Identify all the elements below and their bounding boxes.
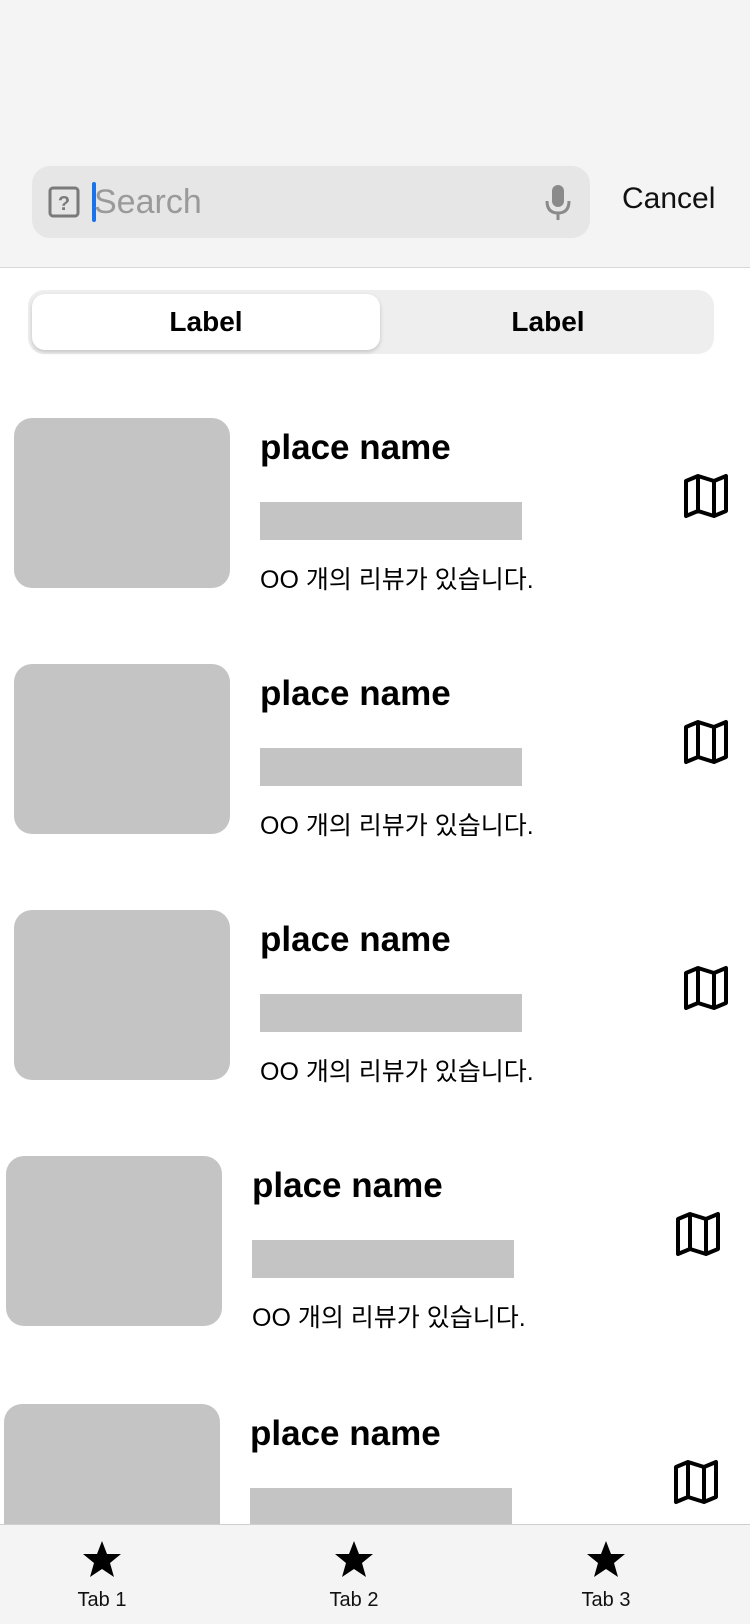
map-icon[interactable] [672, 1458, 720, 1506]
review-count: OO 개의 리뷰가 있습니다. [260, 812, 534, 840]
review-count: OO 개의 리뷰가 있습니다. [252, 1304, 526, 1332]
list-item[interactable]: place name OO 개의 리뷰가 있습니다. [0, 390, 750, 594]
place-name: place name [260, 674, 451, 713]
review-count: OO 개의 리뷰가 있습니다. [260, 566, 534, 594]
place-thumbnail [6, 1156, 222, 1326]
question-box-icon: ? [48, 186, 80, 218]
mic-icon[interactable] [538, 182, 578, 222]
place-list: place name OO 개의 리뷰가 있습니다. place name OO… [0, 390, 750, 1524]
place-thumbnail [14, 418, 230, 588]
place-name: place name [260, 428, 451, 467]
list-item[interactable]: place name OO 개의 리뷰가 있습니다. [0, 882, 750, 1086]
svg-text:?: ? [58, 193, 70, 215]
segmented-control: Label Label [28, 290, 714, 354]
search-input[interactable] [94, 176, 514, 228]
place-detail-placeholder [260, 502, 522, 540]
tab-label: Tab 2 [329, 1589, 379, 1611]
place-name: place name [252, 1166, 443, 1205]
tab-label: Tab 3 [581, 1589, 631, 1611]
list-item[interactable]: place name OO 개의 리뷰가 있습니다. [0, 1128, 750, 1332]
place-detail-placeholder [260, 748, 522, 786]
map-icon[interactable] [674, 1210, 722, 1258]
search-header: ? Cancel [0, 0, 750, 268]
review-count: OO 개의 리뷰가 있습니다. [260, 1058, 534, 1086]
star-icon [83, 1541, 121, 1577]
map-icon[interactable] [682, 718, 730, 766]
place-name: place name [250, 1414, 441, 1453]
tab-2[interactable]: Tab 2 [274, 1539, 434, 1619]
segment-2[interactable]: Label [386, 294, 710, 350]
place-detail-placeholder [252, 1240, 514, 1278]
place-name: place name [260, 920, 451, 959]
star-icon [587, 1541, 625, 1577]
place-thumbnail [4, 1404, 220, 1524]
search-field[interactable]: ? [32, 166, 590, 238]
tab-1[interactable]: Tab 1 [22, 1539, 182, 1619]
tab-bar: Tab 1 Tab 2 Tab 3 [0, 1524, 750, 1624]
list-item[interactable]: place name [0, 1376, 750, 1524]
segment-1[interactable]: Label [32, 294, 380, 350]
screen: ? Cancel Label Label place name OO 개의 리뷰… [0, 0, 750, 1624]
place-detail-placeholder [250, 1488, 512, 1524]
list-item[interactable]: place name OO 개의 리뷰가 있습니다. [0, 636, 750, 840]
place-thumbnail [14, 910, 230, 1080]
tab-label: Tab 1 [77, 1589, 127, 1611]
place-thumbnail [14, 664, 230, 834]
map-icon[interactable] [682, 472, 730, 520]
star-icon [335, 1541, 373, 1577]
map-icon[interactable] [682, 964, 730, 1012]
place-detail-placeholder [260, 994, 522, 1032]
cancel-button[interactable]: Cancel [622, 176, 715, 222]
tab-3[interactable]: Tab 3 [526, 1539, 686, 1619]
